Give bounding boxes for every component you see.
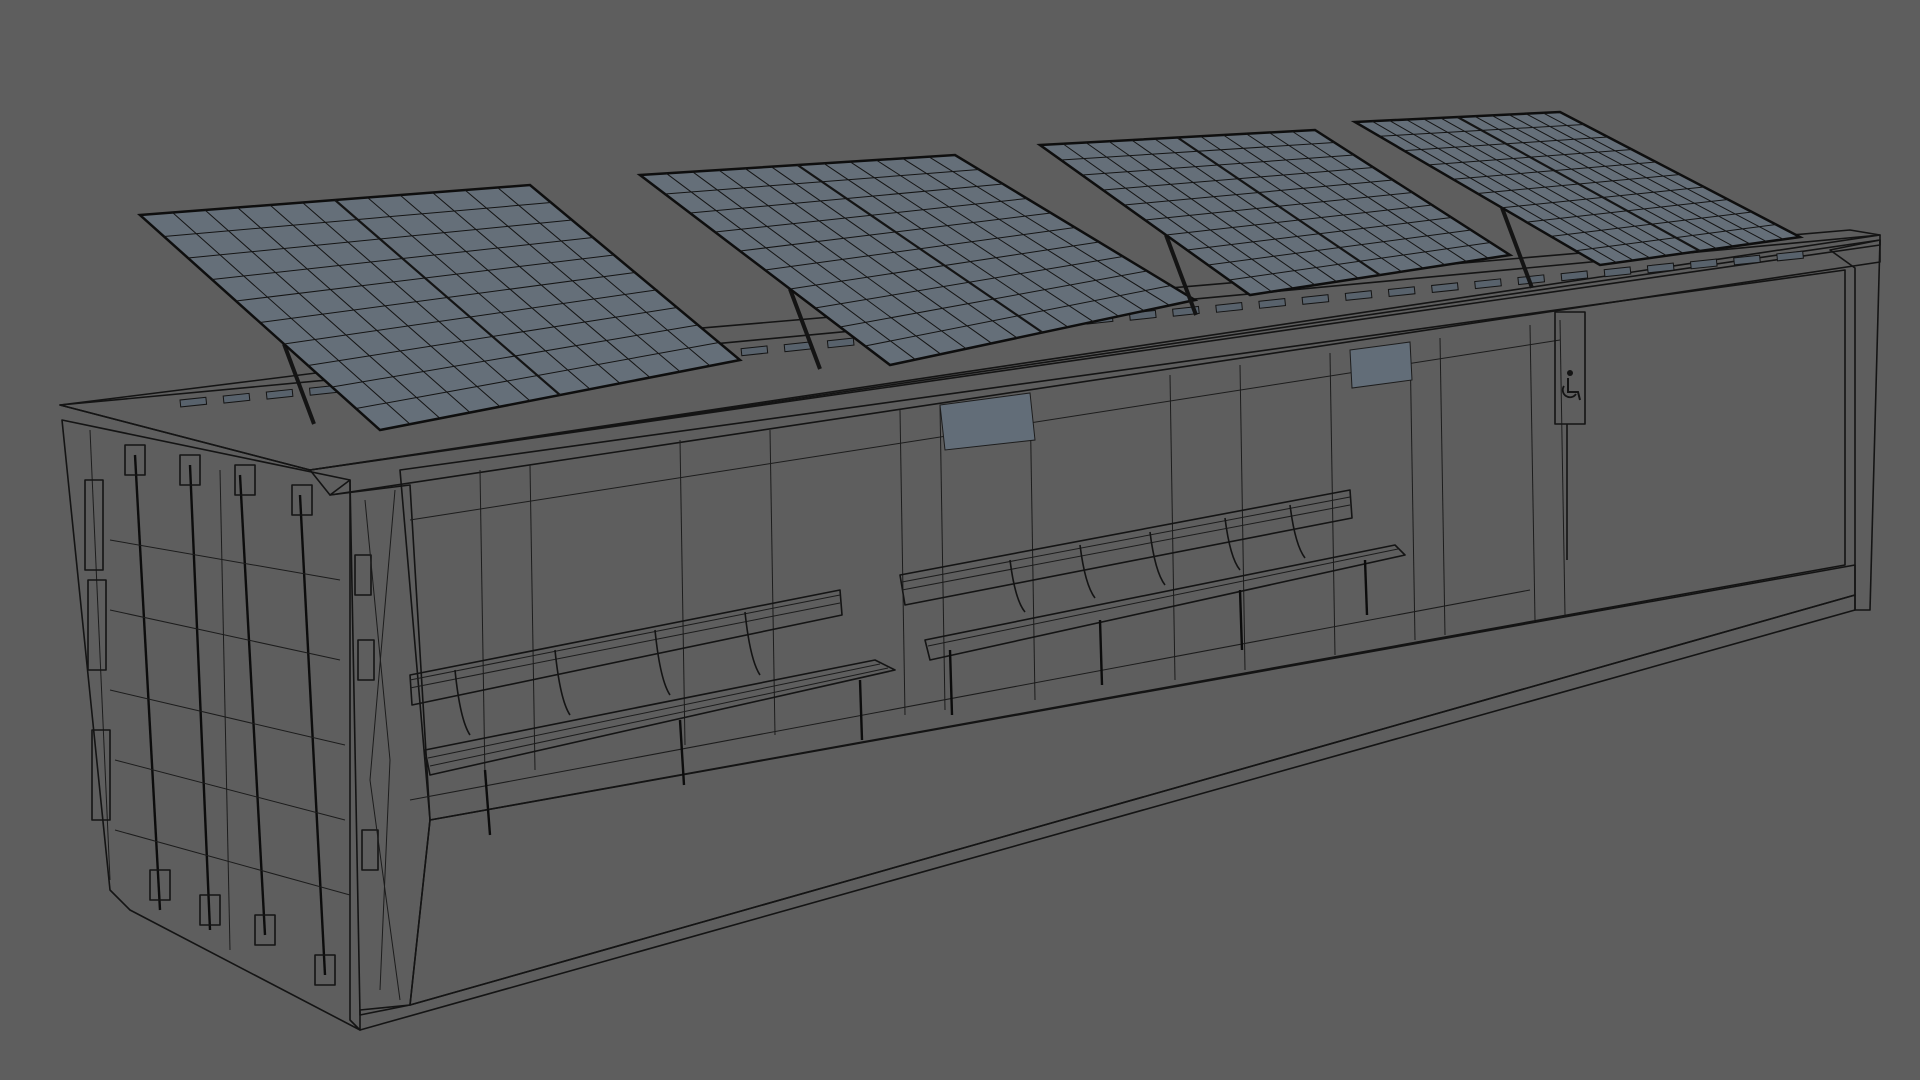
roof-vent xyxy=(1258,298,1287,309)
roof-vent xyxy=(1215,302,1243,313)
container-front-pillar xyxy=(329,479,431,1016)
roof-vent xyxy=(1301,294,1330,305)
solar-panel-array xyxy=(136,110,1805,432)
door-locking-bars xyxy=(84,429,401,1001)
container-bottom-rail xyxy=(359,594,1856,1031)
3d-viewport[interactable] xyxy=(0,0,1920,1080)
roof-vent xyxy=(1474,278,1502,290)
back-wall-windows xyxy=(409,319,1566,801)
accessibility-sign xyxy=(1554,311,1586,560)
roof-vent xyxy=(1344,290,1373,301)
roof-vent xyxy=(179,396,208,408)
wheelchair-accessibility-icon xyxy=(1561,370,1581,401)
roof-vent xyxy=(222,392,251,404)
roof-vent xyxy=(740,345,769,357)
container-right-frame xyxy=(1829,239,1881,611)
roof-vent xyxy=(826,337,855,349)
roof-vent xyxy=(783,341,812,353)
roof-vent xyxy=(1689,258,1718,270)
bench-left-seat xyxy=(424,659,896,776)
container-door-panel xyxy=(61,419,361,1031)
container-shelter-wireframe-render xyxy=(59,110,1881,1031)
solar-panel xyxy=(136,183,743,432)
roof-vent xyxy=(265,388,294,400)
bench-right xyxy=(899,489,1406,716)
roof-vent xyxy=(1431,282,1459,294)
roof-vent xyxy=(1387,286,1416,298)
roof-vent xyxy=(1603,266,1632,278)
roof-vent xyxy=(1776,250,1804,262)
